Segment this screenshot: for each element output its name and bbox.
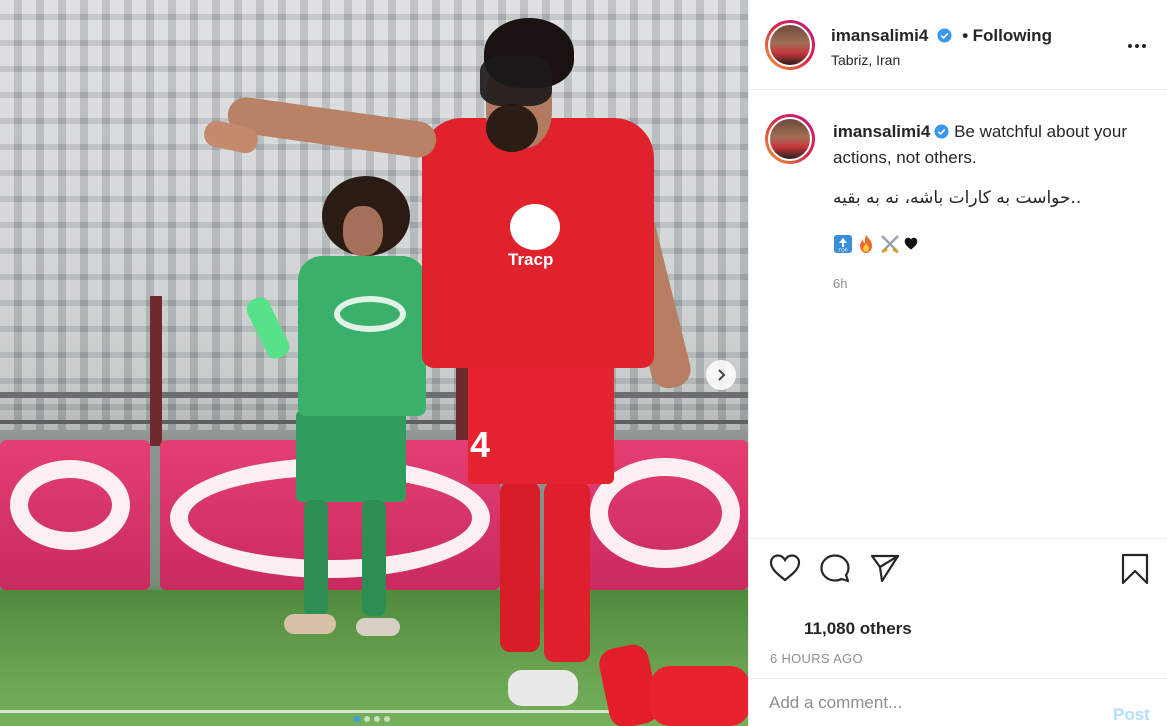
action-bar [769,553,901,588]
top-icon: TOP [834,235,852,253]
caption-emojis: TOP [833,234,918,254]
avatar-image [768,117,812,161]
shorts-number: 4 [470,424,491,465]
verified-badge-icon [937,28,952,48]
chevron-right-icon [718,369,726,381]
verified-badge-icon [934,122,949,146]
post-timestamp[interactable]: 6 HOURS AGO [770,651,863,666]
post-comment-button[interactable]: Post [1113,705,1150,725]
avatar[interactable] [765,20,815,70]
caption-persian-text: ..حواست به کارات باشه، نه به بقیه [833,188,1082,208]
caption: imansalimi4 Be watchful about your actio… [833,120,1153,170]
jersey-sponsor-logo [510,204,560,250]
post-sidebar: imansalimi4 • Following Tabriz, Iran ima… [748,0,1167,726]
red-player-beard [486,104,538,152]
fallen-player-leg [650,666,748,726]
header-username[interactable]: imansalimi4 [831,26,928,45]
heart-icon [769,554,801,582]
comment-bar: Post [749,678,1167,726]
like-button[interactable] [769,553,801,588]
jersey-sponsor-text: Tracp [508,250,554,269]
caption-username[interactable]: imansalimi4 [833,122,930,141]
red-player-shoe [508,670,578,706]
carousel-next-button[interactable] [706,360,736,390]
post-image[interactable]: 4 Tracp [0,0,748,726]
caption-time[interactable]: 6h [833,276,847,291]
carousel-dots [354,716,390,722]
likes-count[interactable]: 11,080 others [804,619,912,639]
red-player-leg [500,482,540,652]
location-link[interactable]: Tabriz, Iran [831,52,900,68]
carousel-dot [374,716,380,722]
green-player-shoe [284,614,336,634]
crossed-swords-icon [881,235,899,254]
green-player-shoe [356,618,400,636]
black-heart-icon [904,237,918,250]
green-player-leg [304,500,328,616]
header-title-row: imansalimi4 • Following [831,26,1052,48]
red-player-leg [544,482,590,662]
post-header: imansalimi4 • Following Tabriz, Iran [749,0,1167,90]
comment-button[interactable] [819,553,851,588]
comment-icon [820,554,850,583]
caption-avatar[interactable] [765,114,815,164]
share-button[interactable] [869,553,901,588]
carousel-dot [364,716,370,722]
bookmark-icon [1121,553,1149,585]
stadium-post [150,296,162,446]
comment-input[interactable] [769,693,1069,713]
caption-section: imansalimi4 Be watchful about your actio… [749,90,1167,538]
advertising-board [0,440,150,590]
green-player-jersey [298,256,426,416]
green-player-face [343,206,383,256]
save-button[interactable] [1121,553,1149,590]
carousel-dot [354,716,360,722]
more-horizontal-icon [1128,44,1146,48]
board-logo [10,460,130,550]
carousel-dot [384,716,390,722]
follow-status-button[interactable]: Following [973,26,1052,45]
header-separator: • [962,26,969,45]
green-jersey-logo [334,296,406,332]
fire-icon [860,235,872,253]
svg-text:TOP: TOP [838,248,847,253]
green-player-leg [362,500,386,616]
green-player-shorts [296,410,406,502]
send-icon [870,554,900,583]
red-player-face-mask [480,56,552,106]
avatar-image [768,23,812,67]
more-options-button[interactable] [1127,38,1147,59]
